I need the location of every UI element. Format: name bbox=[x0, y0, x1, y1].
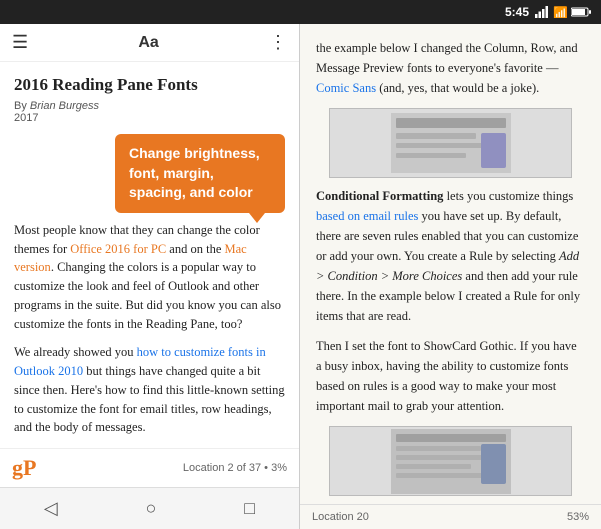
back-button[interactable]: ◁ bbox=[24, 494, 78, 523]
right-location: Location 20 bbox=[312, 511, 369, 523]
battery-icon bbox=[571, 6, 591, 18]
article-title: 2016 Reading Pane Fonts bbox=[14, 74, 285, 96]
article-body: Most people know that they can change th… bbox=[14, 221, 285, 448]
right-image-2-svg bbox=[391, 429, 511, 494]
wifi-icon: 📶 bbox=[553, 6, 567, 18]
right-image-1 bbox=[329, 108, 571, 178]
conditional-formatting-label: Conditional Formatting bbox=[316, 189, 443, 203]
left-panel: ☰ Aa ⋮ 2016 Reading Pane Fonts By Brian … bbox=[0, 24, 300, 529]
bottom-bar-right: Location 20 53% bbox=[300, 504, 601, 529]
svg-text:📶: 📶 bbox=[553, 6, 567, 18]
article-content: 2016 Reading Pane Fonts By Brian Burgess… bbox=[0, 62, 299, 448]
right-percent: 53% bbox=[567, 511, 589, 523]
nav-bar: ◁ ○ □ bbox=[0, 487, 299, 529]
byline-author: By Brian Burgess bbox=[14, 100, 99, 112]
office-pc-link[interactable]: Office 2016 for PC bbox=[70, 242, 166, 256]
left-location: Location 2 of 37 • 3% bbox=[183, 462, 287, 474]
status-icons: 📶 bbox=[535, 6, 591, 18]
status-bar: 5:45 📶 bbox=[0, 0, 601, 24]
gp-logo: gP bbox=[12, 455, 36, 481]
email-rules-link[interactable]: based on email rules bbox=[316, 209, 418, 223]
recents-button[interactable]: □ bbox=[224, 494, 275, 523]
comic-sans-link[interactable]: Comic Sans bbox=[316, 81, 376, 95]
status-time: 5:45 bbox=[505, 5, 529, 19]
signal-icon bbox=[535, 6, 549, 18]
right-image-1-svg bbox=[391, 113, 511, 173]
right-image-2 bbox=[329, 426, 571, 496]
right-paragraph-3: Then I set the font to ShowCard Gothic. … bbox=[316, 336, 585, 416]
brightness-tooltip: Change brightness, font, margin, spacing… bbox=[115, 134, 285, 213]
top-bar: ☰ Aa ⋮ bbox=[0, 24, 299, 62]
right-content: the example below I changed the Column, … bbox=[300, 24, 601, 504]
tooltip-text: Change brightness, font, margin, spacing… bbox=[129, 145, 260, 200]
font-size-button[interactable]: Aa bbox=[138, 34, 158, 52]
overflow-menu-icon[interactable]: ⋮ bbox=[269, 32, 287, 53]
section-heading: Customize Outlook 2016 Reading Pane Font… bbox=[14, 447, 285, 448]
right-paragraph-2: Conditional Formatting lets you customiz… bbox=[316, 186, 585, 326]
paragraph-2: We already showed you how to customize f… bbox=[14, 343, 285, 437]
article-byline: By Brian Burgess 2017 bbox=[14, 100, 285, 124]
right-paragraph-1: the example below I changed the Column, … bbox=[316, 38, 585, 98]
outlook2010-link[interactable]: how to customize fonts in Outlook 2010 bbox=[14, 345, 266, 378]
byline-year: 2017 bbox=[14, 112, 38, 124]
hamburger-icon[interactable]: ☰ bbox=[12, 32, 28, 53]
main-area: ☰ Aa ⋮ 2016 Reading Pane Fonts By Brian … bbox=[0, 24, 601, 529]
paragraph-1: Most people know that they can change th… bbox=[14, 221, 285, 334]
home-button[interactable]: ○ bbox=[126, 494, 177, 523]
right-panel: the example below I changed the Column, … bbox=[300, 24, 601, 529]
bottom-bar-left: gP Location 2 of 37 • 3% bbox=[0, 448, 299, 487]
